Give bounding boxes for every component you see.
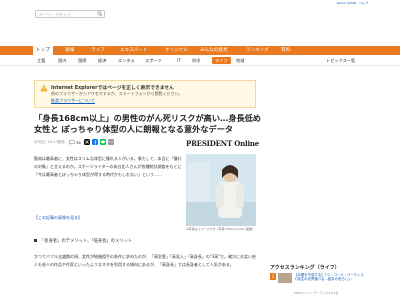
ranking-item[interactable]: 1 【月曜を予感する】7つ・コール・パーティスト誕生の世界選べる…結末の恐ろしい… [270, 273, 366, 295]
warning-body: 他のブラウザーからアクセスするか、スマートフォンから閲覧ください。 [51, 91, 183, 96]
article-paragraph-2: かつてバブル全盛期の頃、女性が結婚相手の条件に求めたのが、「高学歴」「高収入」「… [34, 254, 257, 267]
nav-item-top[interactable]: トップ [33, 46, 53, 55]
main-nav: トップ 速報 ライブ エキスパート オリジナル みんなの意見 ランキング 有料 [0, 46, 400, 55]
tab-sports[interactable]: スポーツ [145, 57, 162, 64]
tab-chiiki[interactable]: 地域 [236, 57, 244, 64]
warning-title: Internet Explorerではページを正しく表示できません [51, 86, 174, 91]
top-strip: Yahoo! JAPAN ヘルプ [0, 0, 400, 6]
source-logo[interactable]: PRESIDENT Online [186, 139, 259, 148]
tab-kokunai[interactable]: 国内 [58, 57, 66, 64]
photo-link[interactable]: 【この記事の画像を見る】 [34, 215, 82, 221]
tab-keizai[interactable]: 経済 [98, 57, 106, 64]
recommended-browser-link[interactable]: 推奨ブラウザーについて [51, 98, 95, 104]
ranking-source: PHP1ドメインモーテック10/2日 [294, 291, 339, 295]
search-placeholder: キーワードを入力 [39, 12, 71, 17]
section-heading: 「長身者」のデメリット、「低身長」のメリット [40, 239, 133, 244]
ranking-number: 1 [270, 273, 276, 280]
tab-kokusai[interactable]: 国際 [78, 57, 86, 64]
nav-item-live[interactable]: ライブ [91, 46, 105, 55]
ranking-heading: アクセスランキング（ライフ） [270, 265, 340, 271]
photo-illustration [186, 154, 256, 226]
nav-item-original[interactable]: オリジナル [165, 46, 188, 55]
article-paragraph-1: 筋肉は最高者に、女性はスリムな体型に憧れる人がいる。果たして、本当に「憧れの対象… [34, 156, 182, 177]
browser-warning: Internet Explorerではページを正しく表示できません 他のブラウザ… [34, 80, 256, 108]
nav-item-expert[interactable]: エキスパート [120, 46, 147, 55]
nav-item-ranking[interactable]: ランキング [246, 46, 269, 55]
header-area [0, 20, 400, 45]
facebook-share-icon[interactable] [92, 139, 98, 145]
comment-count[interactable]: 36 [76, 140, 81, 145]
nav-item-paid[interactable]: 有料 [281, 46, 290, 55]
tab-shuyo[interactable]: 主要 [37, 57, 45, 64]
photo-caption: ※写真はイメージです（写真＝iStock.com/ 画像） [186, 227, 255, 231]
search-icon[interactable] [97, 11, 103, 17]
article-photo[interactable] [186, 154, 256, 226]
ranking-thumbnail [278, 273, 292, 283]
tab-entame[interactable]: エンタメ [118, 57, 135, 64]
nav-item-sokuho[interactable]: 速報 [65, 46, 74, 55]
warning-icon [40, 84, 48, 92]
article-date: 3/3(日) 10:17配信 [34, 140, 65, 144]
nav-item-minna[interactable]: みんなの意見 [200, 46, 228, 55]
search-input[interactable]: キーワードを入力 [35, 10, 105, 18]
article-headline: 「身長168cm以上」の男性のがん死リスクが高い…身長低め女性と ぽっちゃり体型… [34, 113, 261, 134]
more-share-icon[interactable] [108, 139, 114, 145]
line-share-icon[interactable] [100, 139, 106, 145]
tab-kagaku[interactable]: 科学 [192, 57, 200, 64]
comment-icon[interactable] [69, 140, 75, 145]
x-share-icon[interactable] [84, 139, 90, 145]
ranking-title[interactable]: 【月曜を予感する】7つ・コール・パーティスト誕生の世界選べる…結末の恐ろしい [294, 273, 364, 282]
section-bullet [34, 239, 37, 242]
top-links[interactable]: Yahoo! JAPAN ヘルプ [336, 1, 368, 5]
sidebar-ad-space [262, 62, 372, 202]
tab-life[interactable]: ライフ [212, 57, 231, 64]
tab-it[interactable]: IT [177, 57, 181, 64]
